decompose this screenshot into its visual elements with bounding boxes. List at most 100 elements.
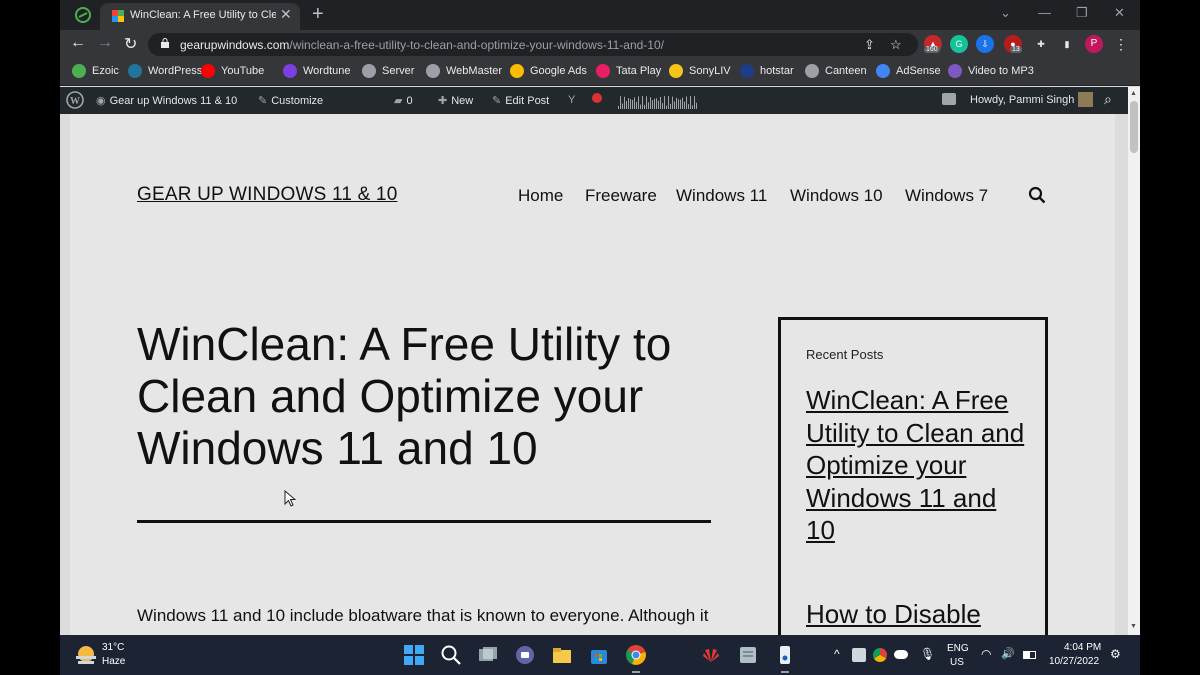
volume-icon[interactable]: 🔊: [1001, 647, 1015, 660]
scroll-up-arrow[interactable]: ▲: [1130, 90, 1137, 97]
wifi-icon[interactable]: ◠: [981, 647, 991, 661]
page-scrollbar[interactable]: ▲ ▼: [1128, 87, 1140, 635]
waveform-bar: [656, 98, 657, 109]
download-ext-icon[interactable]: ⇩: [976, 35, 994, 53]
waveform-graph[interactable]: [618, 93, 698, 109]
bookmark-google-ads[interactable]: Google Ads: [510, 64, 587, 78]
share-icon[interactable]: ⇪: [864, 37, 875, 53]
bookmark-adsense[interactable]: AdSense: [876, 64, 941, 78]
clock-time[interactable]: 4:04 PM: [1064, 642, 1101, 653]
pencil-icon: ✎: [492, 95, 502, 107]
grammarly-icon[interactable]: G: [950, 35, 968, 53]
bookmark-canteen[interactable]: Canteen: [805, 64, 867, 78]
chrome-icon[interactable]: [625, 644, 647, 666]
waveform-bar: [638, 96, 639, 109]
admin-new-link[interactable]: ✚ New: [438, 94, 473, 107]
minimize-button[interactable]: —: [1038, 5, 1051, 20]
bookmark-server[interactable]: Server: [362, 64, 414, 78]
language-region[interactable]: US: [950, 657, 964, 668]
huawei-icon[interactable]: [700, 644, 722, 666]
dashboard-icon: ◉: [96, 95, 106, 107]
bookmark-hotstar[interactable]: hotstar: [740, 64, 794, 78]
restore-button[interactable]: ❐: [1076, 5, 1088, 21]
microsoft-store-icon[interactable]: [588, 644, 610, 666]
bookmark-video-to-mp3[interactable]: Video to MP3: [948, 64, 1034, 78]
onedrive-cloud-icon[interactable]: [894, 650, 908, 659]
notepad-icon[interactable]: [737, 644, 759, 666]
nav-home[interactable]: Home: [518, 186, 563, 206]
webmaster-icon: [426, 64, 440, 78]
recent-post-link[interactable]: How to Disable: [806, 598, 1026, 631]
notification-center-icon[interactable]: ⚙: [1110, 647, 1121, 661]
waveform-bar: [688, 104, 689, 109]
wordpress-icon: [128, 64, 142, 78]
nav-windows-7[interactable]: Windows 7: [905, 186, 988, 206]
admin-howdy[interactable]: Howdy, Pammi Singh: [970, 94, 1074, 106]
snipping-tool-icon[interactable]: [774, 644, 796, 666]
bookmark-tata-play[interactable]: Tata Play: [596, 64, 661, 78]
admin-search-icon[interactable]: ⌕: [1104, 91, 1112, 108]
bookmark-wordpress[interactable]: WordPress: [128, 64, 202, 78]
widget-title: Recent Posts: [806, 347, 884, 362]
bookmark-ezoic[interactable]: Ezoic: [72, 64, 119, 78]
weather-temp[interactable]: 31°C: [102, 642, 124, 653]
weather-desc[interactable]: Haze: [102, 656, 125, 667]
windows-start-icon[interactable]: [403, 644, 425, 666]
extensions-puzzle-icon[interactable]: ✚: [1032, 35, 1050, 53]
taskbar-search-icon[interactable]: [440, 644, 462, 666]
teams-chat-icon[interactable]: [514, 644, 536, 666]
back-button[interactable]: ←: [70, 34, 86, 52]
side-panel-icon[interactable]: ▮: [1058, 35, 1076, 53]
waveform-bar: [694, 96, 695, 109]
app-menu-icon[interactable]: [74, 6, 92, 24]
wordpress-logo-icon[interactable]: W: [66, 91, 84, 109]
admin-avatar[interactable]: [1078, 92, 1093, 110]
reload-button[interactable]: ↻: [124, 34, 137, 54]
post-excerpt: Windows 11 and 10 include bloatware that…: [137, 606, 709, 625]
tray-chrome-icon[interactable]: [873, 648, 887, 662]
address-bar[interactable]: gearupwindows.com/winclean-a-free-utilit…: [148, 33, 918, 56]
recent-post-link[interactable]: WinClean: A Free Utility to Clean and Op…: [806, 384, 1026, 547]
microphone-icon[interactable]: 🎙: [920, 647, 935, 661]
bookmark-sonyliv[interactable]: SonyLIV: [669, 64, 731, 78]
search-icon[interactable]: [1028, 186, 1046, 204]
file-explorer-icon[interactable]: [551, 644, 573, 666]
yoast-icon[interactable]: Y: [568, 94, 579, 106]
scroll-thumb[interactable]: [1130, 101, 1138, 153]
tab-search-icon[interactable]: ⌄: [1000, 5, 1011, 21]
admin-comments-link[interactable]: ▰ 0: [394, 94, 413, 107]
waveform-bar: [682, 97, 683, 109]
tab-close-icon[interactable]: ✕: [280, 6, 292, 23]
close-window-button[interactable]: ✕: [1114, 5, 1125, 21]
profile-avatar[interactable]: P: [1085, 35, 1103, 53]
show-hidden-icons-chevron-icon[interactable]: ^: [834, 647, 840, 661]
admin-customize-link[interactable]: ✎ Customize: [258, 94, 323, 107]
task-view-icon[interactable]: [477, 644, 499, 666]
clock-date[interactable]: 10/27/2022: [1049, 656, 1099, 667]
new-tab-button[interactable]: +: [312, 3, 324, 26]
admin-edit-post-link[interactable]: ✎ Edit Post: [492, 94, 549, 107]
battery-icon[interactable]: [1023, 651, 1036, 659]
youtube-icon: [201, 64, 215, 78]
admin-site-link[interactable]: ◉ Gear up Windows 11 & 10: [96, 94, 237, 107]
active-tab[interactable]: WinClean: A Free Utility to Clean ✕: [100, 3, 300, 30]
bookmark-label: YouTube: [221, 64, 265, 77]
weather-haze-icon[interactable]: [74, 644, 98, 666]
bookmark-star-icon[interactable]: ☆: [890, 37, 902, 53]
record-dot-icon[interactable]: [592, 93, 602, 106]
bookmark-wordtune[interactable]: Wordtune: [283, 64, 351, 78]
nav-windows-11[interactable]: Windows 11: [676, 186, 767, 206]
bookmark-webmaster[interactable]: WebMaster: [426, 64, 502, 78]
nav-freeware[interactable]: Freeware: [585, 186, 657, 206]
url-text: gearupwindows.com/winclean-a-free-utilit…: [180, 38, 664, 52]
nav-windows-10[interactable]: Windows 10: [790, 186, 883, 206]
language-code[interactable]: ENG: [947, 643, 969, 654]
waveform-bar: [662, 103, 663, 109]
bookmark-youtube[interactable]: YouTube: [201, 64, 264, 78]
site-title[interactable]: GEAR UP WINDOWS 11 & 10: [137, 184, 397, 206]
forward-button[interactable]: →: [97, 34, 113, 52]
menu-kebab-icon[interactable]: ⋮: [1112, 35, 1130, 53]
notification-icon[interactable]: [942, 93, 956, 108]
tray-app-icon[interactable]: [852, 648, 866, 662]
scroll-down-arrow[interactable]: ▼: [1130, 623, 1137, 630]
